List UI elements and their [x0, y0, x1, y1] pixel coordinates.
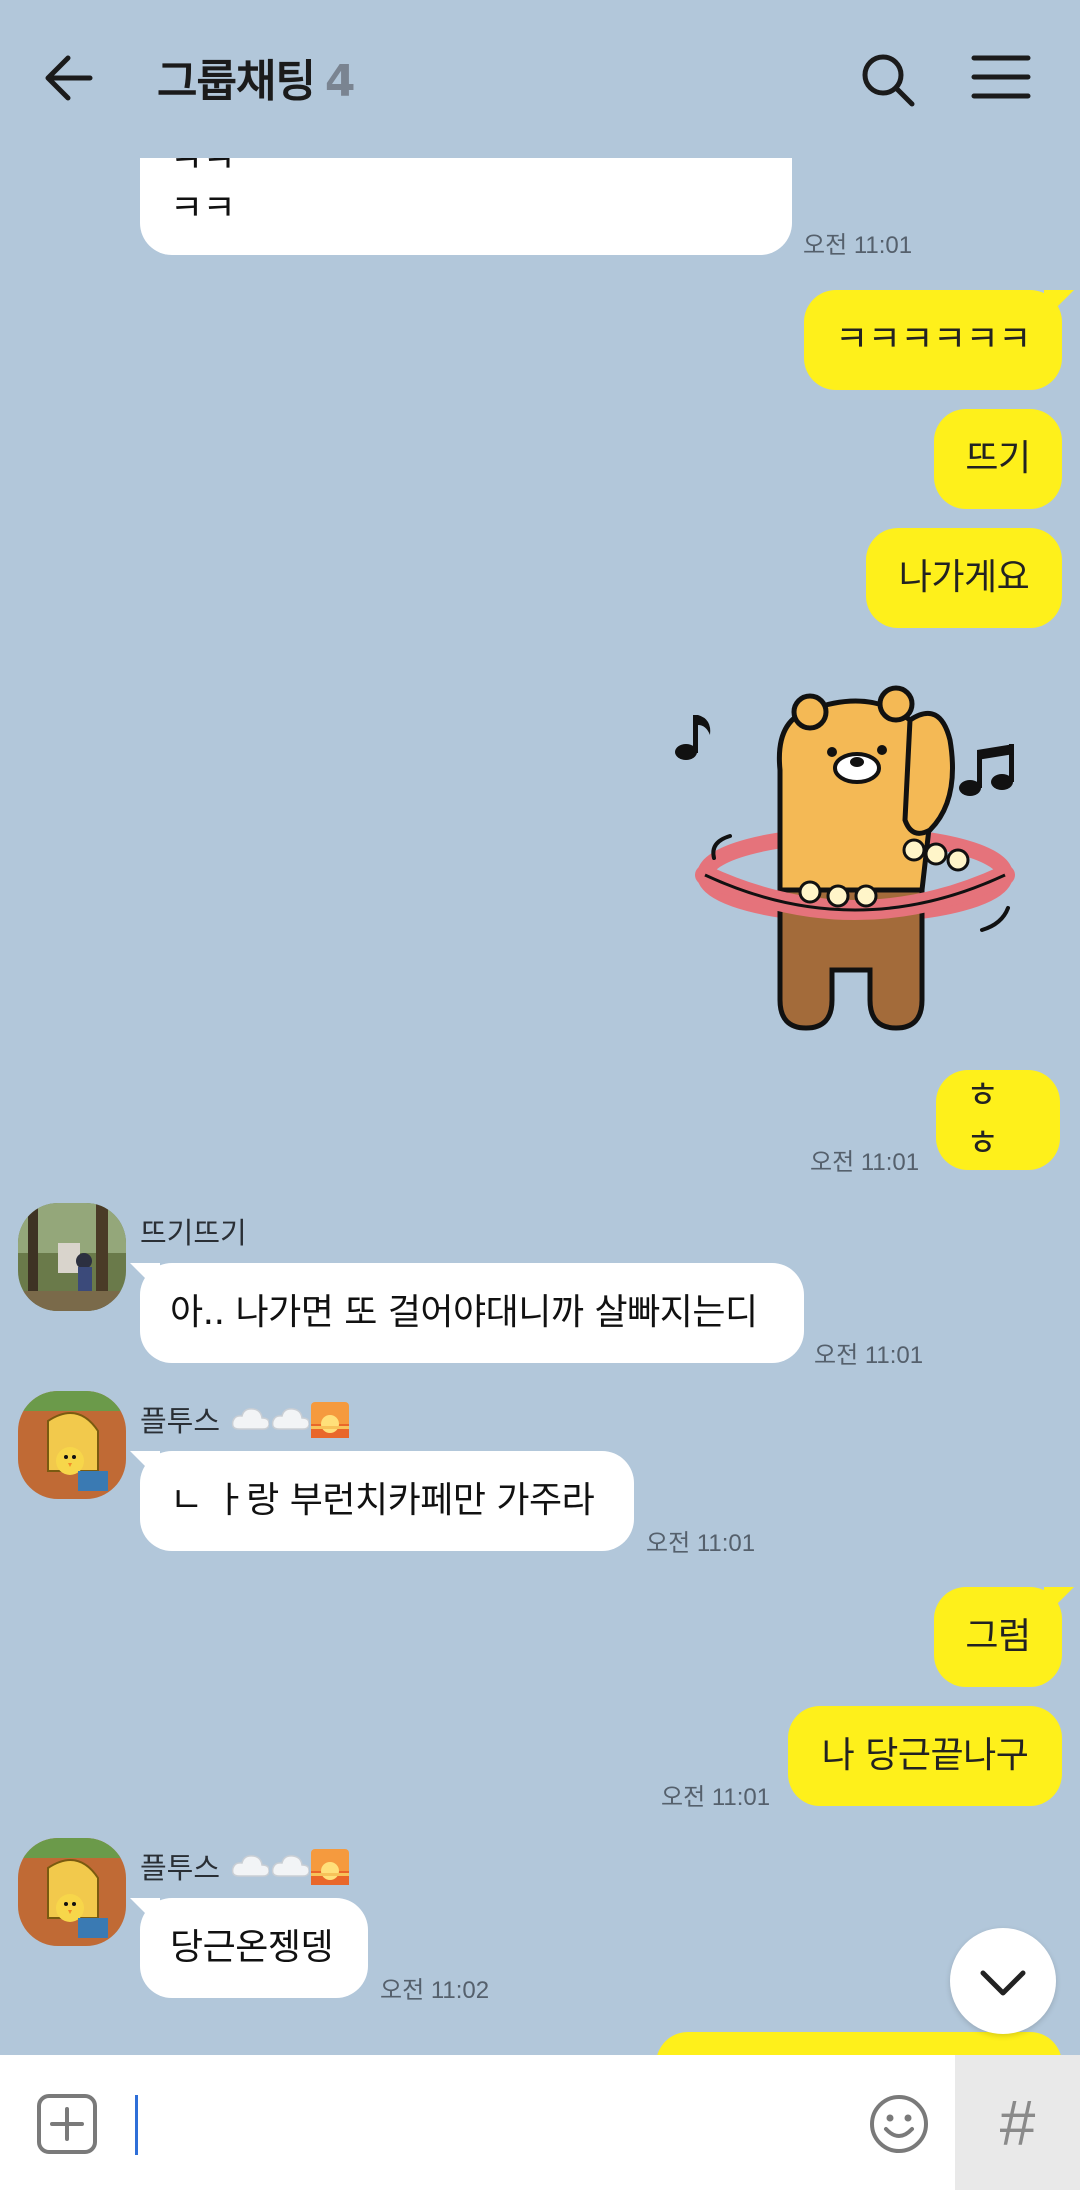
message-bubble[interactable]: 나 당근끝나구 — [788, 1706, 1062, 1806]
sunrise-icon — [311, 1848, 350, 1892]
sender-name: 플투스 — [140, 1845, 350, 1892]
page-title: 그룹채팅 4 — [157, 45, 356, 109]
avatar[interactable] — [18, 1391, 126, 1499]
message-text: 아.. 나가면 또 걸어야대니까 살빠지는디 — [170, 1292, 758, 1333]
sender-name: 뜨기뜨기 — [140, 1216, 247, 1250]
sender-name: 플투스 — [140, 1398, 350, 1445]
back-button[interactable] — [40, 48, 120, 110]
message-input[interactable] — [130, 2085, 830, 2161]
search-button[interactable] — [858, 50, 918, 110]
message-text: 나가게요 — [898, 557, 1030, 598]
message-time: 오전 11:01 — [810, 1149, 920, 1176]
message-time: 오전 11:01 — [803, 232, 913, 259]
message-bubble[interactable]: 뜨기 — [934, 409, 1062, 509]
scroll-to-bottom-button[interactable] — [950, 1928, 1056, 2034]
message-bubble[interactable] — [656, 2032, 1062, 2055]
avatar[interactable] — [18, 1203, 126, 1311]
message-time: 오전 11:01 — [814, 1342, 924, 1369]
message-text: 나 당근끝나구 — [821, 1735, 1029, 1776]
text-cursor — [135, 2095, 138, 2155]
message-input-bar: # — [0, 2055, 1080, 2190]
message-bubble[interactable]: 아.. 나가면 또 걸어야대니까 살빠지는디 — [140, 1263, 804, 1363]
emoticon-button[interactable] — [868, 2093, 930, 2155]
hula-hoop-lion-sticker[interactable] — [660, 660, 1050, 1050]
message-text: ㅎㅎ — [966, 1075, 999, 1164]
search-icon — [862, 54, 915, 107]
back-arrow-icon — [45, 55, 93, 101]
message-text: ㅋㅋㅋㅋㅋㅋ — [835, 319, 1031, 360]
cloud-icon — [271, 1853, 311, 1887]
plus-icon — [37, 2094, 97, 2154]
menu-button[interactable] — [970, 52, 1032, 102]
message-bubble[interactable]: 당근온젱뎅 — [140, 1898, 368, 1998]
cloud-icon — [231, 1853, 271, 1887]
message-bubble[interactable]: 그럼 — [934, 1587, 1062, 1687]
chat-room-name: 그룹채팅 — [157, 56, 316, 107]
chat-header: 그룹채팅 4 — [0, 0, 1080, 158]
message-time: 오전 11:01 — [661, 1784, 771, 1811]
smile-icon — [870, 2095, 928, 2153]
message-bubble[interactable]: 나가게요 — [866, 528, 1062, 628]
sunrise-icon — [311, 1401, 350, 1445]
attach-button[interactable] — [36, 2093, 98, 2155]
message-text: ㅋㅋ — [170, 188, 236, 229]
cloud-icon — [231, 1406, 271, 1440]
message-text: 그럼 — [965, 1616, 1031, 1657]
message-text: 당근온젱뎅 — [170, 1927, 334, 1968]
chat-area[interactable]: ㅋㅋㅋㅋㅋㅋㅋㅋㅋㅋㅋㅋㅋㅋㅋㅋㅋㅋㅋㅋ ㅋㅋ 오전 11:01 ㅋㅋㅋㅋㅋㅋ … — [0, 0, 1080, 2055]
message-time: 오전 11:01 — [646, 1530, 756, 1557]
sender-name-text: 플투스 — [140, 1851, 221, 1885]
message-bubble[interactable]: ㅋㅋㅋㅋㅋㅋ — [804, 290, 1062, 390]
member-count: 4 — [324, 56, 356, 107]
cloud-icon — [271, 1406, 311, 1440]
message-bubble[interactable]: ㄴ ㅏ랑 부런치카페만 가주라 — [140, 1451, 634, 1551]
message-time: 오전 11:02 — [380, 1977, 490, 2004]
message-bubble[interactable]: ㅎㅎ — [936, 1070, 1060, 1170]
hashtag-search-button[interactable]: # — [955, 2055, 1080, 2190]
sender-name-text: 플투스 — [140, 1404, 221, 1438]
message-text: 뜨기 — [965, 438, 1031, 479]
chevron-down-icon — [980, 1970, 1026, 1996]
menu-icon — [971, 55, 1031, 99]
message-text: ㄴ ㅏ랑 부런치카페만 가주라 — [170, 1480, 595, 1521]
avatar[interactable] — [18, 1838, 126, 1946]
